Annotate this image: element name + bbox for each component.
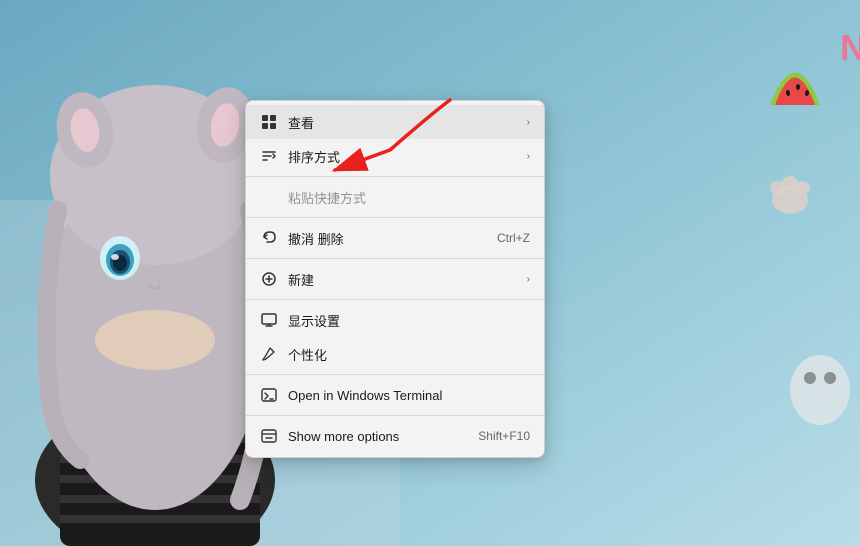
menu-item-new-label: 新建 [288, 270, 519, 289]
more-icon [260, 427, 278, 445]
menu-item-undo-shortcut: Ctrl+Z [497, 231, 530, 245]
chevron-right-icon-3: › [527, 274, 530, 285]
sort-icon [260, 147, 278, 165]
context-menu: 查看 › 排序方式 › 粘贴快捷方式 撤消 删除 Ctrl+Z [245, 100, 545, 458]
menu-item-sort-label: 排序方式 [288, 147, 519, 166]
menu-item-sort[interactable]: 排序方式 › [246, 139, 544, 173]
menu-item-more-shortcut: Shift+F10 [478, 429, 530, 443]
menu-item-view-label: 查看 [288, 113, 519, 132]
svg-text:N: N [840, 27, 860, 68]
menu-item-display-label: 显示设置 [288, 311, 530, 330]
chevron-right-icon-2: › [527, 151, 530, 162]
separator-3 [246, 258, 544, 259]
menu-item-paste-label: 粘贴快捷方式 [288, 188, 530, 207]
separator-5 [246, 374, 544, 375]
menu-item-display[interactable]: 显示设置 [246, 303, 544, 337]
new-icon [260, 270, 278, 288]
menu-item-personalize-label: 个性化 [288, 345, 530, 364]
terminal-icon [260, 386, 278, 404]
separator-6 [246, 415, 544, 416]
menu-item-view[interactable]: 查看 › [246, 105, 544, 139]
undo-icon [260, 229, 278, 247]
menu-item-undo-label: 撤消 删除 [288, 229, 489, 248]
menu-item-terminal[interactable]: Open in Windows Terminal [246, 378, 544, 412]
menu-item-terminal-label: Open in Windows Terminal [288, 388, 530, 403]
separator-2 [246, 217, 544, 218]
separator-4 [246, 299, 544, 300]
chevron-right-icon: › [527, 117, 530, 128]
separator-1 [246, 176, 544, 177]
brush-icon [260, 345, 278, 363]
menu-item-new[interactable]: 新建 › [246, 262, 544, 296]
menu-item-paste-shortcut: 粘贴快捷方式 [246, 180, 544, 214]
menu-item-undo[interactable]: 撤消 删除 Ctrl+Z [246, 221, 544, 255]
display-icon [260, 311, 278, 329]
menu-item-more-options[interactable]: Show more options Shift+F10 [246, 419, 544, 453]
grid-icon [260, 113, 278, 131]
menu-item-more-label: Show more options [288, 429, 470, 444]
menu-item-personalize[interactable]: 个性化 [246, 337, 544, 371]
paste-icon [260, 188, 278, 206]
